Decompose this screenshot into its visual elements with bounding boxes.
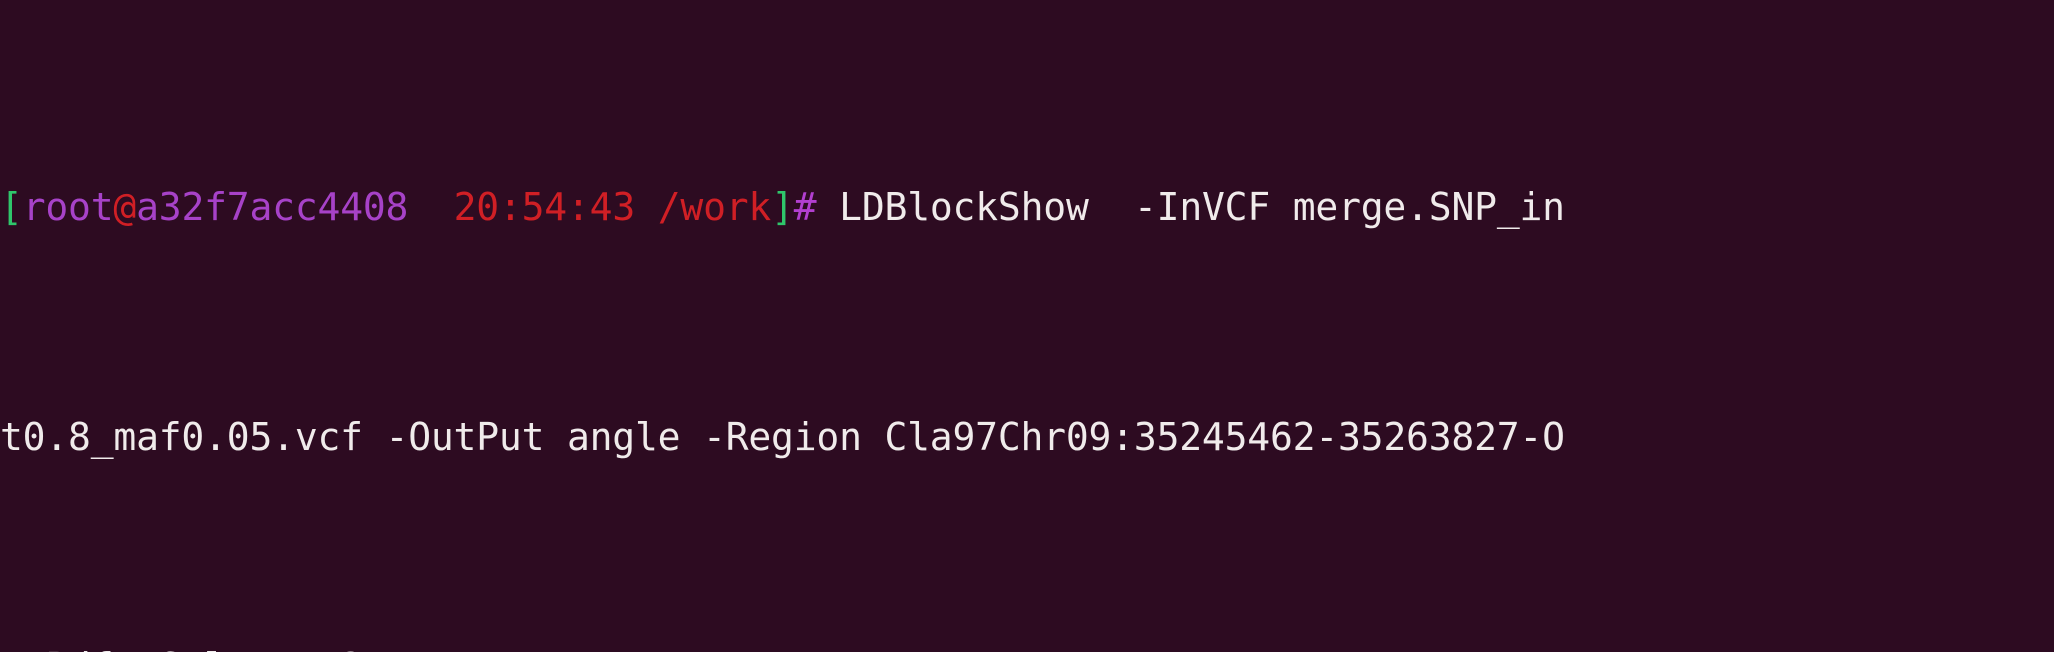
terminal-line-command-wrap-1: t0.8_maf0.05.vcf -OutPut angle -Region C… <box>0 415 1565 459</box>
prompt-close-bracket: ] <box>771 185 794 229</box>
terminal-window[interactable]: [root@a32f7acc4408 20:54:43 /work]# LDBl… <box>0 0 2054 652</box>
prompt-open-bracket: [ <box>0 185 23 229</box>
prompt-hostname: a32f7acc4408 <box>136 185 409 229</box>
prompt-user: root <box>22 185 114 229</box>
command-text-part-1: LDBlockShow -InVCF merge.SNP_in <box>816 185 1565 229</box>
prompt-gap-2 <box>635 185 658 229</box>
prompt-at-symbol: @ <box>113 185 137 229</box>
terminal-line-prompt: [root@a32f7acc4408 20:54:43 /work]# LDBl… <box>0 184 2054 230</box>
prompt-path: /work <box>657 185 772 229</box>
terminal-line-command-wrap-2: utPdf -SeleVar 2 <box>0 644 2054 652</box>
prompt-hash: # <box>793 185 817 229</box>
prompt-gap-1 <box>408 185 453 229</box>
prompt-time: 20:54:43 <box>453 185 636 229</box>
